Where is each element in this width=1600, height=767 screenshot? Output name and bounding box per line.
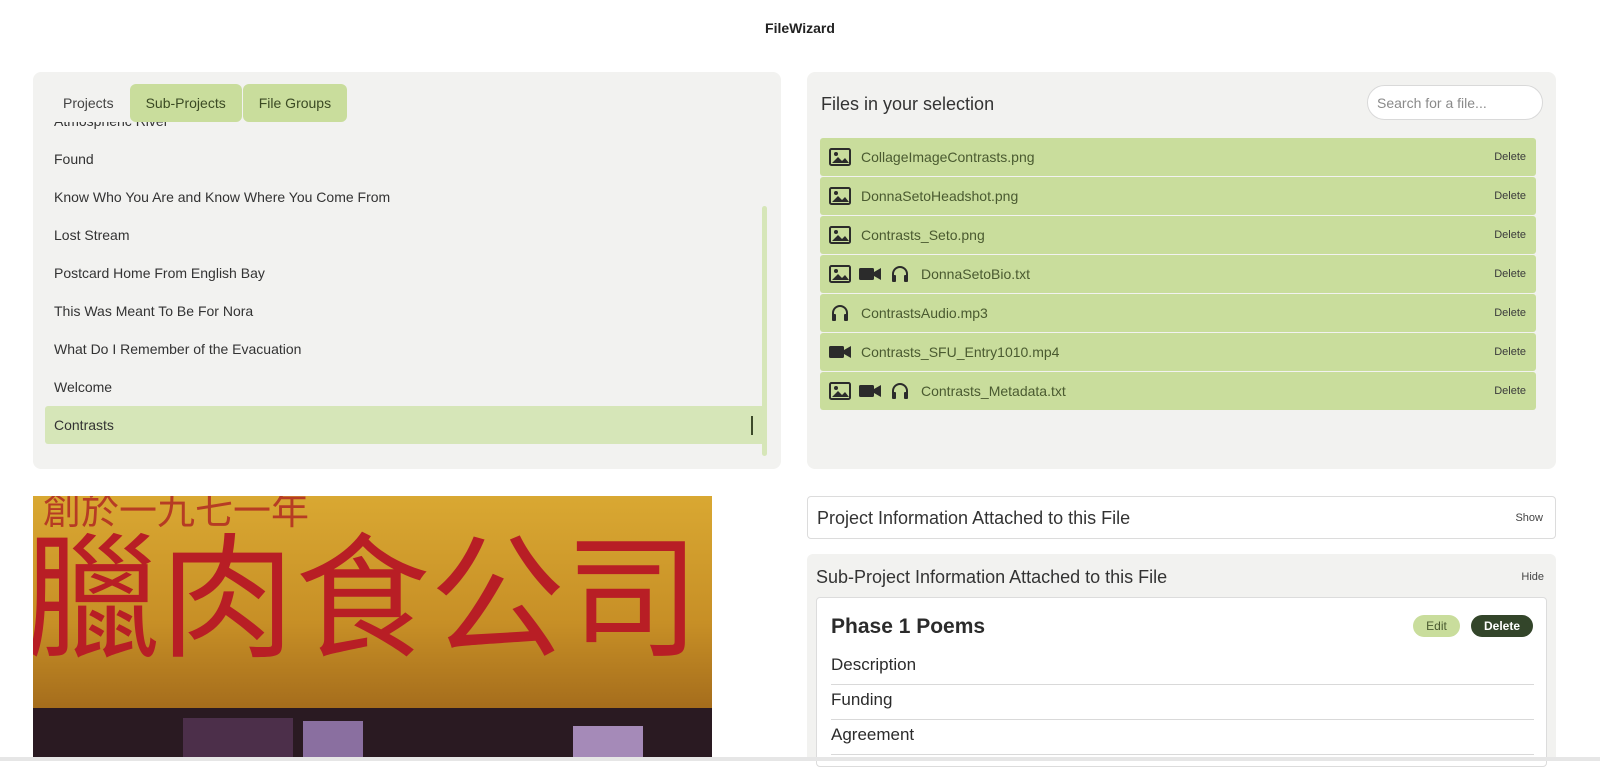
field-funding[interactable]: Funding — [831, 685, 1534, 720]
image-icon — [829, 381, 851, 401]
app-title: FileWizard — [0, 20, 1600, 36]
project-item-know-who-you-are[interactable]: Know Who You Are and Know Where You Come… — [45, 178, 765, 216]
file-row[interactable]: DonnaSetoHeadshot.pngDelete — [820, 177, 1536, 215]
file-delete-button[interactable]: Delete — [1494, 307, 1526, 319]
subproject-info-title: Sub-Project Information Attached to this… — [816, 567, 1167, 588]
file-name[interactable]: DonnaSetoHeadshot.png — [861, 188, 1494, 204]
video-icon — [859, 381, 881, 401]
file-delete-button[interactable]: Delete — [1494, 268, 1526, 280]
field-agreement[interactable]: Agreement — [831, 720, 1534, 755]
project-info-show-toggle[interactable]: Show — [1515, 512, 1543, 524]
file-row[interactable]: Contrasts_SFU_Entry1010.mp4Delete — [820, 333, 1536, 371]
project-list[interactable]: Atmospheric River Found Know Who You Are… — [45, 122, 765, 467]
tab-bar: Projects Sub-Projects File Groups — [47, 84, 347, 122]
project-info-section: Project Information Attached to this Fil… — [807, 496, 1556, 539]
files-heading: Files in your selection — [821, 94, 994, 115]
file-name[interactable]: Contrasts_Seto.png — [861, 227, 1494, 243]
files-panel: Files in your selection CollageImageCont… — [807, 72, 1556, 469]
edit-button[interactable]: Edit — [1413, 615, 1460, 637]
project-item-evacuation[interactable]: What Do I Remember of the Evacuation — [45, 330, 765, 368]
file-row[interactable]: DonnaSetoBio.txtDelete — [820, 255, 1536, 293]
file-row[interactable]: ContrastsAudio.mp3Delete — [820, 294, 1536, 332]
navigation-panel: Projects Sub-Projects File Groups Atmosp… — [33, 72, 781, 469]
video-icon — [859, 264, 881, 284]
file-name[interactable]: Contrasts_Metadata.txt — [921, 383, 1494, 399]
file-row[interactable]: Contrasts_Seto.pngDelete — [820, 216, 1536, 254]
subproject-info-hide-toggle[interactable]: Hide — [1521, 571, 1544, 583]
file-delete-button[interactable]: Delete — [1494, 229, 1526, 241]
tab-projects[interactable]: Projects — [47, 84, 130, 122]
project-item-meant-for-nora[interactable]: This Was Meant To Be For Nora — [45, 292, 765, 330]
file-name[interactable]: ContrastsAudio.mp3 — [861, 305, 1494, 321]
file-delete-button[interactable]: Delete — [1494, 190, 1526, 202]
image-icon — [829, 186, 851, 206]
file-name[interactable]: CollageImageContrasts.png — [861, 149, 1494, 165]
file-preview-image: 創於一九七一年 臘肉食公司 — [33, 496, 712, 761]
project-item-contrasts[interactable]: Contrasts — [45, 406, 765, 444]
project-list-scrollbar[interactable] — [762, 206, 767, 456]
project-info-title: Project Information Attached to this Fil… — [817, 508, 1130, 529]
headphones-icon — [829, 303, 851, 323]
selection-marker — [751, 416, 753, 435]
image-icon — [829, 147, 851, 167]
tab-file-groups[interactable]: File Groups — [243, 84, 347, 122]
project-item-welcome[interactable]: Welcome — [45, 368, 765, 406]
file-delete-button[interactable]: Delete — [1494, 151, 1526, 163]
file-name[interactable]: DonnaSetoBio.txt — [921, 266, 1494, 282]
page-bottom-divider — [0, 757, 1600, 761]
project-item-postcard-home[interactable]: Postcard Home From English Bay — [45, 254, 765, 292]
headphones-icon — [889, 381, 911, 401]
project-item-lost-stream[interactable]: Lost Stream — [45, 216, 765, 254]
image-icon — [829, 264, 851, 284]
file-search-input[interactable] — [1367, 85, 1543, 120]
project-item-label: Contrasts — [54, 417, 114, 433]
subproject-info-section: Sub-Project Information Attached to this… — [807, 554, 1556, 761]
field-description[interactable]: Description — [831, 650, 1534, 685]
delete-button[interactable]: Delete — [1471, 615, 1533, 637]
subproject-card: Phase 1 Poems Edit Delete Description Fu… — [816, 597, 1547, 767]
file-row[interactable]: CollageImageContrasts.pngDelete — [820, 138, 1536, 176]
file-name[interactable]: Contrasts_SFU_Entry1010.mp4 — [861, 344, 1494, 360]
video-icon — [829, 342, 851, 362]
subproject-card-title: Phase 1 Poems — [831, 615, 985, 639]
project-item-found[interactable]: Found — [45, 140, 765, 178]
sign-main-text: 臘肉食公司 — [33, 521, 700, 678]
tab-sub-projects[interactable]: Sub-Projects — [130, 84, 242, 122]
file-row[interactable]: Contrasts_Metadata.txtDelete — [820, 372, 1536, 410]
project-item-atmospheric-river[interactable]: Atmospheric River — [45, 122, 765, 140]
file-list: CollageImageContrasts.pngDeleteDonnaSeto… — [820, 138, 1536, 411]
headphones-icon — [889, 264, 911, 284]
file-delete-button[interactable]: Delete — [1494, 346, 1526, 358]
image-icon — [829, 225, 851, 245]
file-delete-button[interactable]: Delete — [1494, 385, 1526, 397]
